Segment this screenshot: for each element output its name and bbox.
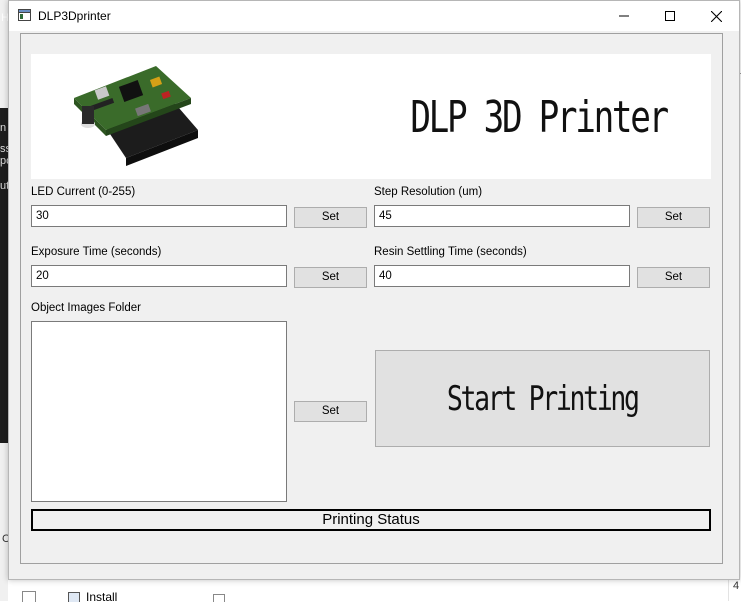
client-area: DLP 3D Printer LED Current (0-255) 30 Se…: [9, 31, 739, 579]
window-title: DLP3Dprinter: [38, 9, 111, 23]
minimize-icon: [619, 15, 629, 17]
led-current-label: LED Current (0-255): [31, 186, 136, 198]
taskbar-install-label[interactable]: Install: [86, 590, 117, 604]
resin-settling-set-button[interactable]: Set: [637, 267, 710, 288]
step-resolution-label: Step Resolution (um): [374, 186, 483, 198]
banner-title: DLP 3D Printer: [410, 92, 669, 143]
background-text: 4: [733, 580, 740, 592]
file-icon: [22, 591, 36, 602]
led-current-input[interactable]: 30: [31, 205, 287, 227]
background-text: n: [0, 122, 7, 134]
dlp-board-image: [74, 66, 198, 166]
images-folder-label: Object Images Folder: [31, 302, 141, 314]
resin-settling-input[interactable]: 40: [374, 265, 630, 287]
close-icon: [710, 10, 722, 22]
resin-settling-label: Resin Settling Time (seconds): [374, 246, 527, 258]
led-current-set-button[interactable]: Set: [294, 207, 367, 228]
close-button[interactable]: [693, 1, 739, 31]
app-window: DLP3Dprinter DLP 3D Printer LED Current …: [8, 0, 740, 580]
printing-status-bar: Printing Status: [31, 509, 711, 531]
exposure-time-input[interactable]: 20: [31, 265, 287, 287]
header-banner: DLP 3D Printer: [31, 54, 711, 179]
start-printing-label: Start Printing: [447, 378, 640, 419]
minimize-button[interactable]: [601, 1, 647, 31]
step-resolution-set-button[interactable]: Set: [637, 207, 710, 228]
title-bar[interactable]: DLP3Dprinter: [9, 1, 739, 31]
app-icon: [18, 9, 31, 21]
images-folder-set-button[interactable]: Set: [294, 401, 367, 422]
step-resolution-input[interactable]: 45: [374, 205, 630, 227]
maximize-icon: [665, 11, 675, 21]
exposure-time-set-button[interactable]: Set: [294, 267, 367, 288]
exposure-time-label: Exposure Time (seconds): [31, 246, 162, 258]
main-panel: DLP 3D Printer LED Current (0-255) 30 Se…: [20, 33, 723, 564]
maximize-button[interactable]: [647, 1, 693, 31]
start-printing-button[interactable]: Start Printing: [375, 350, 710, 447]
images-folder-list[interactable]: [31, 321, 287, 502]
